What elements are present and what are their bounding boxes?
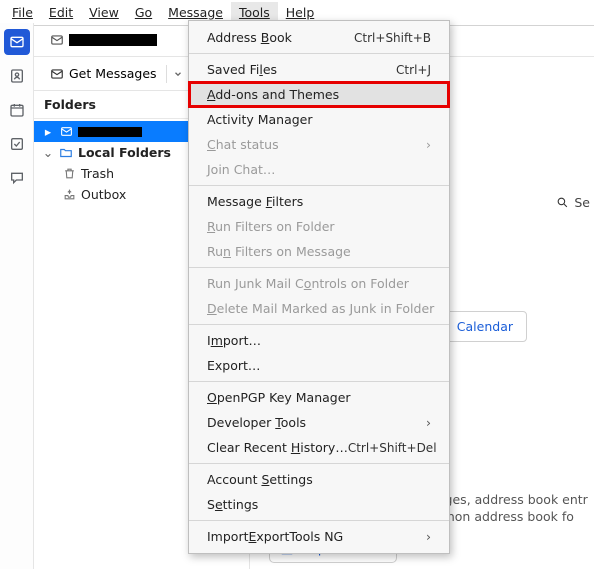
menu-address-book[interactable]: Address Book Ctrl+Shift+B: [189, 25, 449, 50]
account-tab[interactable]: [42, 29, 165, 51]
outbox-icon: [62, 188, 76, 201]
mail-icon: [59, 125, 73, 138]
mail-icon: [50, 33, 64, 47]
search-hint[interactable]: Se: [556, 195, 590, 210]
menu-run-filters-message: Run Filters on Message: [189, 239, 449, 264]
calendar-space-icon[interactable]: [4, 97, 30, 123]
shortcut: Ctrl+J: [396, 63, 431, 77]
tasks-space-icon[interactable]: [4, 131, 30, 157]
menu-saved-files[interactable]: Saved Files Ctrl+J: [189, 57, 449, 82]
calendar-label: Calendar: [457, 319, 513, 334]
menu-settings[interactable]: Settings: [189, 492, 449, 517]
menu-separator: [189, 463, 449, 464]
menu-activity-manager[interactable]: Activity Manager: [189, 107, 449, 132]
local-folders-label: Local Folders: [78, 145, 171, 160]
menu-run-junk: Run Junk Mail Controls on Folder: [189, 271, 449, 296]
menu-chat-status: Chat status ›: [189, 132, 449, 157]
redacted-account-name: [69, 34, 157, 46]
search-fragment: Se: [574, 195, 590, 210]
menu-import-export-ng[interactable]: ImportExportTools NG ›: [189, 524, 449, 549]
mail-space-icon[interactable]: [4, 29, 30, 55]
menu-message-filters[interactable]: Message Filters: [189, 189, 449, 214]
shortcut: Ctrl+Shift+B: [354, 31, 431, 45]
chat-space-icon[interactable]: [4, 165, 30, 191]
chevron-down-icon[interactable]: [166, 65, 189, 83]
menu-separator: [189, 381, 449, 382]
redacted-account-name: [78, 127, 142, 137]
get-messages-label: Get Messages: [69, 66, 157, 81]
chevron-right-icon: ›: [426, 415, 431, 430]
menu-view[interactable]: View: [81, 2, 127, 23]
menu-addons-themes[interactable]: Add-ons and Themes: [189, 82, 449, 107]
address-book-space-icon[interactable]: [4, 63, 30, 89]
menu-separator: [189, 185, 449, 186]
menu-edit[interactable]: Edit: [41, 2, 81, 23]
get-messages-button[interactable]: Get Messages: [42, 61, 197, 87]
menu-developer-tools[interactable]: Developer Tools ›: [189, 410, 449, 435]
shortcut: Ctrl+Shift+Del: [348, 441, 437, 455]
menu-clear-history[interactable]: Clear Recent History… Ctrl+Shift+Del: [189, 435, 449, 460]
chevron-right-icon: ›: [426, 529, 431, 544]
menu-account-settings[interactable]: Account Settings: [189, 467, 449, 492]
menu-go[interactable]: Go: [127, 2, 160, 23]
menu-separator: [189, 520, 449, 521]
menu-import[interactable]: Import…: [189, 328, 449, 353]
tools-menu: Address Book Ctrl+Shift+B Saved Files Ct…: [188, 20, 450, 554]
menu-join-chat: Join Chat…: [189, 157, 449, 182]
chevron-right-icon[interactable]: ▸: [42, 124, 54, 139]
menu-delete-junk: Delete Mail Marked as Junk in Folder: [189, 296, 449, 321]
menu-run-filters-folder: Run Filters on Folder: [189, 214, 449, 239]
menu-file[interactable]: File: [4, 2, 41, 23]
menu-openpgp[interactable]: OpenPGP Key Manager: [189, 385, 449, 410]
menu-separator: [189, 53, 449, 54]
folder-icon: [59, 146, 73, 160]
chevron-down-icon[interactable]: ⌄: [42, 145, 54, 160]
menu-export[interactable]: Export…: [189, 353, 449, 378]
menu-separator: [189, 267, 449, 268]
menu-separator: [189, 324, 449, 325]
outbox-label: Outbox: [81, 187, 126, 202]
trash-icon: [62, 167, 76, 180]
search-icon: [556, 196, 569, 209]
trash-label: Trash: [81, 166, 114, 181]
spaces-toolbar: [0, 23, 34, 569]
download-icon: [50, 67, 64, 81]
chevron-right-icon: ›: [426, 137, 431, 152]
